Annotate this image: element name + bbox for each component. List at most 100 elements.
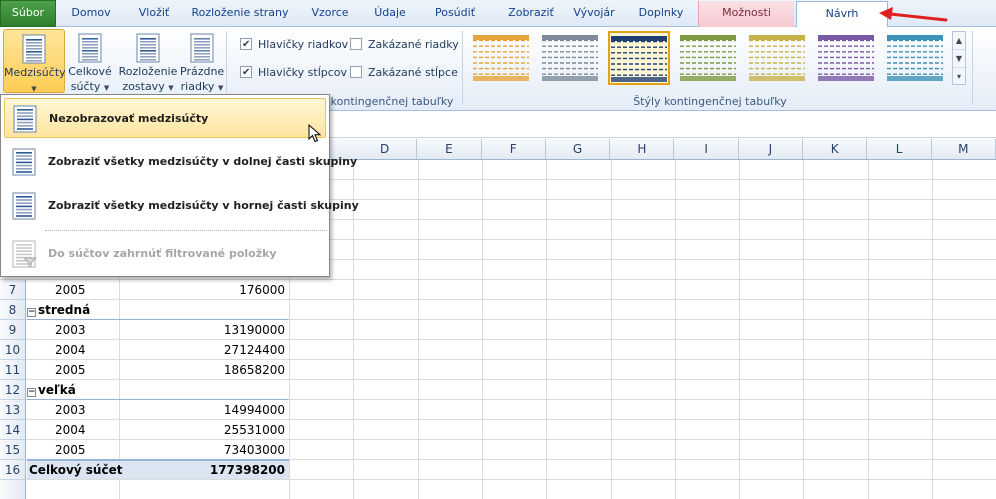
pivot-value-cell[interactable]: 176000 (120, 280, 288, 300)
dropdown-caret-icon: ▼ (168, 84, 174, 92)
dropdown-caret-icon: ▼ (31, 85, 37, 93)
tab-4[interactable]: Vzorce (298, 1, 362, 27)
pivot-row-label[interactable]: − veľká (27, 380, 119, 400)
gallery-more-icon[interactable]: ▾ (953, 68, 965, 86)
checkbox-1[interactable]: Zakázané riadky (350, 36, 459, 54)
pivot-row-label-text: 2004 (55, 423, 86, 437)
pivot-value-cell[interactable]: 13190000 (120, 320, 288, 340)
checkbox-box-icon[interactable] (350, 38, 362, 50)
pivot-row-label-text: 2005 (55, 443, 86, 457)
subtotals-menu-item-0[interactable]: Nezobrazovať medzisúčty (4, 98, 326, 138)
collapse-minus-icon[interactable]: − (27, 388, 36, 397)
layout-button-0[interactable]: Medzisúčty ▼ (3, 29, 66, 93)
tab-1[interactable]: Domov (60, 1, 122, 27)
pivot-value-cell[interactable] (120, 300, 288, 320)
pivot-style-swatch-2[interactable] (608, 31, 670, 85)
column-header-G[interactable]: G (546, 139, 611, 159)
pivot-value-cell[interactable]: 27124400 (120, 340, 288, 360)
tab-6[interactable]: Posúdiť (418, 1, 492, 27)
row-header-14[interactable]: 14 (0, 420, 26, 440)
pivot-row-label[interactable]: 2003 (27, 320, 119, 340)
pivot-row-label[interactable]: 2005 (27, 280, 119, 300)
checkbox-box-icon[interactable] (240, 36, 252, 54)
gallery-up-icon[interactable]: ▲ (953, 32, 965, 50)
pivot-value-cell[interactable]: 18658200 (120, 360, 288, 380)
pivot-row-label[interactable]: 2005 (27, 440, 119, 460)
pivot-value-cell[interactable] (120, 380, 288, 400)
gridline-vertical (932, 160, 933, 499)
row-header-17[interactable] (0, 480, 26, 499)
pivot-row-label-text: 2005 (55, 283, 86, 297)
checkbox-box-icon[interactable] (240, 64, 252, 82)
checkbox-label: Zakázané riadky (368, 38, 459, 51)
subtotals-menu-item-1[interactable]: Zobraziť všetky medzisúčty v dolnej čast… (4, 142, 357, 182)
column-header-D[interactable]: D (353, 139, 418, 159)
pivot-row-label-text: 2005 (55, 363, 86, 377)
row-header-16[interactable]: 16 (0, 460, 26, 480)
pivot-style-swatch-4[interactable] (746, 31, 808, 85)
column-header-H[interactable]: H (610, 139, 675, 159)
tab-11[interactable]: Návrh (796, 1, 888, 28)
pivot-value-cell[interactable]: 177398200 (120, 460, 288, 480)
tab-7[interactable]: Zobraziť (496, 1, 566, 27)
row-header-9[interactable]: 9 (0, 320, 26, 340)
pivot-value-cell[interactable]: 73403000 (120, 440, 288, 460)
style-gallery-scrollbar[interactable]: ▲ ▼ ▾ (952, 31, 966, 85)
layout-button-label: Rozloženie (118, 65, 178, 78)
layout-button-2[interactable]: Rozloženie zostavy ▼ (118, 29, 178, 93)
pivot-row-label[interactable]: 2004 (27, 420, 119, 440)
column-header-M[interactable]: M (932, 139, 996, 159)
row-header-8[interactable]: 8 (0, 300, 26, 320)
subtotal-layout-icon (11, 105, 39, 133)
gallery-down-icon[interactable]: ▼ (953, 50, 965, 68)
checkbox-2[interactable]: Hlavičky stĺpcov (240, 64, 347, 82)
checkbox-0[interactable]: Hlavičky riadkov (240, 36, 348, 54)
column-header-F[interactable]: F (482, 139, 546, 159)
column-header-J[interactable]: J (739, 139, 804, 159)
pivot-row-label[interactable]: 2005 (27, 360, 119, 380)
pivot-row-label[interactable]: 2003 (27, 400, 119, 420)
layout-button-3[interactable]: Prázdne riadky ▼ (180, 29, 224, 93)
pivot-style-swatch-3[interactable] (677, 31, 739, 85)
pivot-value-cell[interactable]: 14994000 (120, 400, 288, 420)
row-header-10[interactable]: 10 (0, 340, 26, 360)
subtotal-layout-icon (10, 192, 38, 220)
tab-8[interactable]: Vývojár (566, 1, 622, 27)
pivot-row-label[interactable]: 2004 (27, 340, 119, 360)
pivot-style-swatch-5[interactable] (815, 31, 877, 85)
gridline-vertical (546, 160, 548, 499)
layout-button-label-text: súčty (70, 80, 104, 93)
dropdown-caret-icon: ▼ (103, 84, 110, 92)
tab-3[interactable]: Rozloženie strany (186, 1, 294, 27)
tab-9[interactable]: Doplnky (626, 1, 696, 27)
column-header-I[interactable]: I (675, 139, 739, 159)
row-header-13[interactable]: 13 (0, 400, 26, 420)
row-header-11[interactable]: 11 (0, 360, 26, 380)
pivot-value-cell[interactable]: 25531000 (120, 420, 288, 440)
column-header-L[interactable]: L (867, 139, 932, 159)
pivot-style-swatch-1[interactable] (539, 31, 601, 85)
checkbox-label: Hlavičky stĺpcov (258, 66, 348, 79)
column-header-E[interactable]: E (417, 139, 482, 159)
subtotals-menu-item-2[interactable]: Zobraziť všetky medzisúčty v hornej čast… (4, 186, 359, 226)
checkbox-3[interactable]: Zakázané stĺpce (350, 64, 458, 82)
subtotals-dropdown-menu: Nezobrazovať medzisúčty Zobraziť všetky m… (0, 94, 359, 277)
layout-button-1[interactable]: Celkové súčty ▼ (68, 29, 112, 93)
tab-10[interactable]: Možnosti (698, 1, 794, 27)
tab-0[interactable]: Súbor (0, 0, 56, 27)
style-options-group-label: kontingenčnej tabuľky (330, 95, 454, 108)
gridline-vertical (803, 160, 805, 499)
pivot-row-label[interactable]: − stredná (27, 300, 119, 320)
checkbox-box-icon[interactable] (350, 66, 362, 78)
row-header-15[interactable]: 15 (0, 440, 26, 460)
column-header-K[interactable]: K (803, 139, 868, 159)
tab-2[interactable]: Vložiť (126, 1, 182, 27)
collapse-minus-icon[interactable]: − (27, 308, 36, 317)
pivot-style-swatch-6[interactable] (884, 31, 946, 85)
pivot-style-swatch-0[interactable] (470, 31, 532, 85)
tab-5[interactable]: Údaje (366, 1, 414, 27)
pivot-row-label[interactable]: Celkový súčet (27, 460, 122, 480)
row-header-7[interactable]: 7 (0, 280, 26, 300)
ribbon-tab-bar: Súbor Domov Vložiť Rozloženie strany Vzorce Ú… (0, 0, 996, 28)
row-header-12[interactable]: 12 (0, 380, 26, 400)
